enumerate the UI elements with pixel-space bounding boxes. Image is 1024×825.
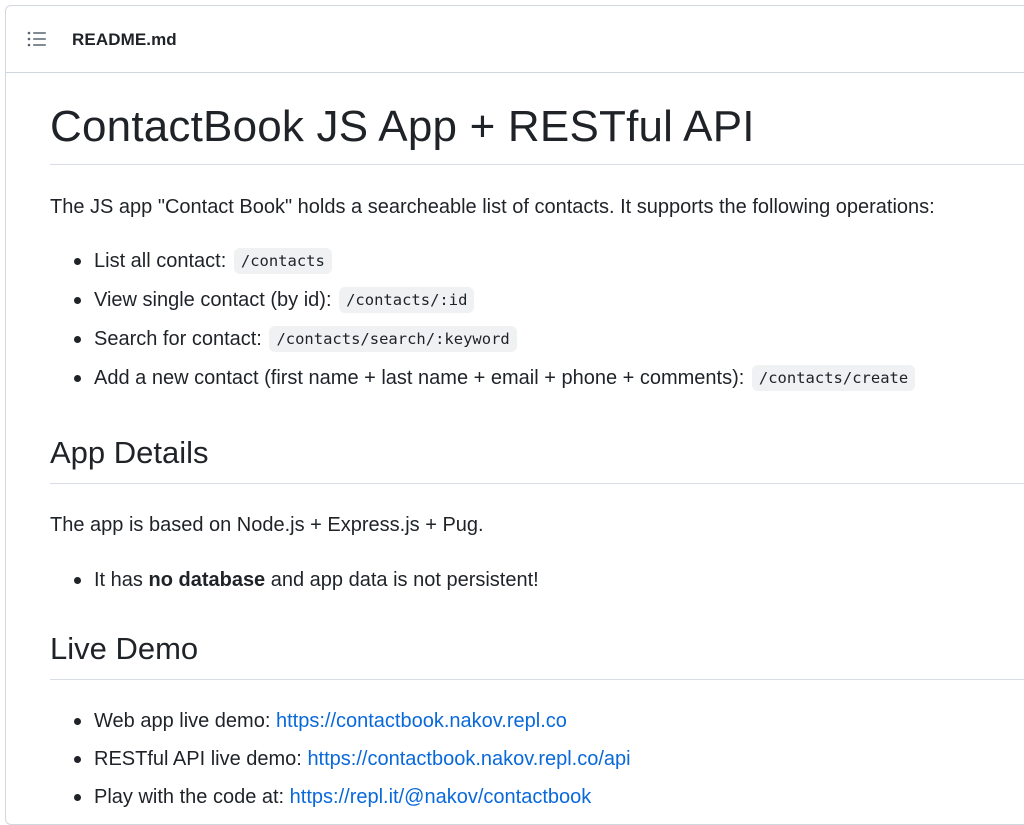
bullet [74, 577, 81, 584]
bullet-bold: no database [148, 569, 266, 591]
operation-label: Search for contact: [94, 328, 262, 350]
app-details-paragraph: The app is based on Node.js + Express.js… [50, 514, 484, 536]
heading-app-details: App Details [50, 435, 209, 470]
endpoint-code: /contacts/search/:keyword [269, 326, 517, 352]
intro-paragraph: The JS app "Contact Book" holds a search… [50, 196, 935, 218]
bullet-prefix: It has [94, 569, 143, 591]
section-divider [50, 679, 1024, 680]
title-divider [50, 164, 1024, 165]
api-demo-link[interactable]: https://contactbook.nakov.repl.co/api [307, 748, 630, 770]
file-name[interactable]: README.md [72, 30, 177, 50]
endpoint-code: /contacts [233, 248, 332, 274]
page-title: ContactBook JS App + RESTful API [50, 102, 755, 151]
demo-label: Play with the code at: [94, 786, 285, 808]
endpoint-code: /contacts/create [751, 365, 916, 391]
demo-label: RESTful API live demo: [94, 748, 302, 770]
bullet [74, 375, 81, 382]
operation-label: List all contact: [94, 250, 227, 272]
bullet-suffix: and app data is not persistent! [270, 569, 539, 591]
readme-panel: README.md ContactBook JS App + RESTful A… [5, 5, 1024, 825]
bullet [74, 336, 81, 343]
web-app-demo-link[interactable]: https://contactbook.nakov.repl.co [276, 710, 567, 732]
section-divider [50, 483, 1024, 484]
bullet [74, 297, 81, 304]
bullet [74, 258, 81, 265]
endpoint-code: /contacts/:id [339, 287, 475, 313]
heading-live-demo: Live Demo [50, 631, 199, 666]
operation-label: View single contact (by id): [94, 289, 332, 311]
bullet [74, 718, 81, 725]
bullet [74, 794, 81, 801]
operation-label: Add a new contact (first name + last nam… [94, 367, 745, 389]
demo-label: Web app live demo: [94, 710, 271, 732]
code-link[interactable]: https://repl.it/@nakov/contactbook [290, 786, 592, 808]
list-unordered-icon[interactable] [27, 30, 47, 48]
file-header: README.md [6, 6, 1024, 73]
bullet [74, 756, 81, 763]
